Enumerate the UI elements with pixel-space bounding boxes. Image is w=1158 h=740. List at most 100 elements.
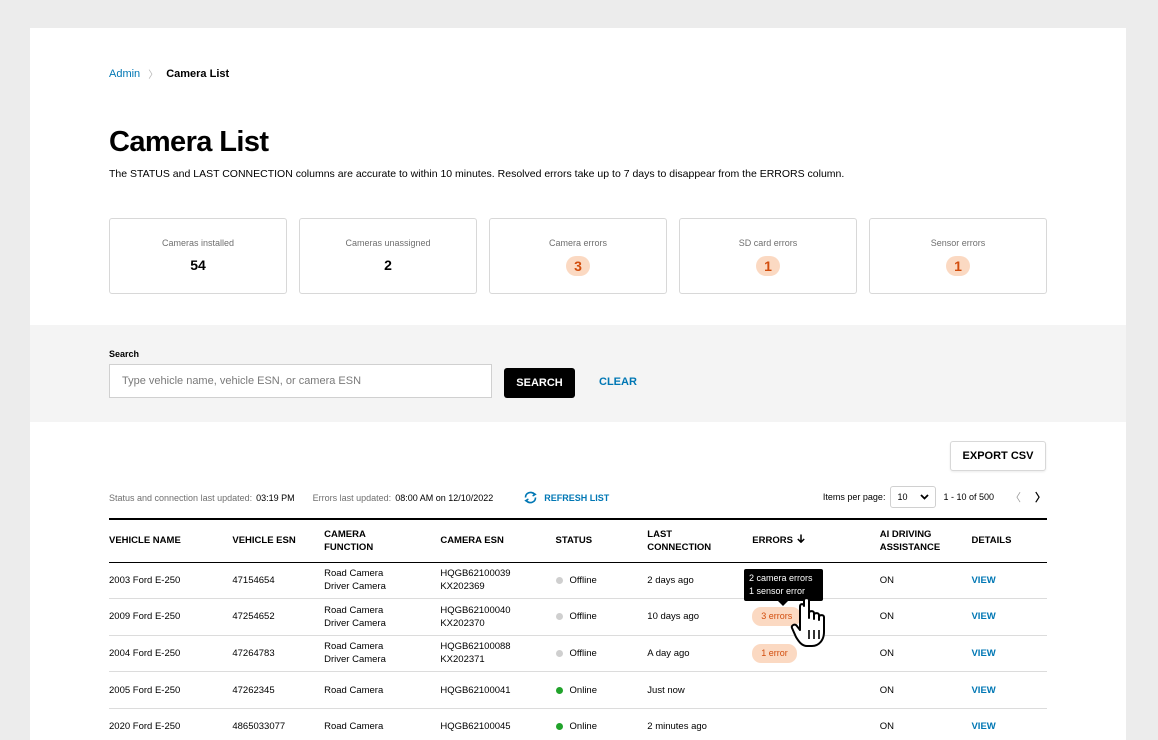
cell-vehicle-name: 2004 Ford E-250 <box>109 635 233 673</box>
search-section: Search SEARCH CLEAR <box>30 325 1126 422</box>
col-status[interactable]: STATUS <box>555 518 648 563</box>
main-card: Admin 〉 Camera List Camera List The STAT… <box>30 28 1126 740</box>
breadcrumb-admin-link[interactable]: Admin <box>109 68 140 80</box>
cell-status: Offline <box>555 635 648 673</box>
cell-line: HQGB62100088 <box>440 641 511 653</box>
breadcrumb: Admin 〉 Camera List <box>109 66 230 82</box>
clear-button[interactable]: CLEAR <box>599 376 637 388</box>
table-row: 2003 Ford E-250 47154654 Road Camera Driv… <box>109 562 1047 600</box>
cell-line: Driver Camera <box>324 581 386 593</box>
cell-last-connection: 2 days ago <box>647 562 753 600</box>
col-vehicle-esn[interactable]: VEHICLE ESN <box>232 518 325 563</box>
hand-pointer-icon <box>790 597 825 647</box>
cell-camera-function: Road Camera Driver Camera <box>324 562 441 600</box>
stat-sd-card-errors: SD card errors 1 <box>679 218 857 294</box>
cell-line: KX202370 <box>440 617 485 629</box>
cell-camera-esn: HQGB62100039 KX202369 <box>440 562 556 600</box>
cell-vehicle-name: 2009 Ford E-250 <box>109 598 233 636</box>
chevron-down-icon <box>920 494 930 500</box>
stats-row: Cameras installed 54 Cameras unassigned … <box>109 218 1047 294</box>
cell-camera-esn: HQGB62100045 <box>440 708 556 740</box>
cell-line: Road Camera <box>324 684 384 696</box>
errors-updated-label: Errors last updated: <box>312 492 392 503</box>
status-text: Offline <box>569 647 597 659</box>
refresh-list-button[interactable]: REFRESH LIST <box>523 491 609 504</box>
cell-line: Road Camera <box>324 604 384 616</box>
search-label: Search <box>109 349 140 359</box>
view-link[interactable]: VIEW <box>971 648 995 659</box>
cell-line: KX202371 <box>440 654 485 666</box>
header-line: LAST <box>647 528 673 540</box>
cell-camera-function: Road Camera Driver Camera <box>324 598 441 636</box>
cell-ai: ON <box>879 671 972 709</box>
stat-label: Camera errors <box>548 238 607 248</box>
search-button[interactable]: SEARCH <box>504 368 575 398</box>
cell-camera-function: Road Camera <box>324 671 441 709</box>
col-details: DETAILS <box>971 518 1047 563</box>
status-text: Online <box>569 684 597 696</box>
stat-error-badge: 3 <box>566 256 590 276</box>
status-dot-icon <box>555 723 563 731</box>
col-errors[interactable]: ERRORS <box>752 518 880 563</box>
stat-label: Cameras unassigned <box>345 238 431 248</box>
page-title: Camera List <box>109 126 269 158</box>
camera-table: VEHICLE NAME VEHICLE ESN CAMERA FUNCTION … <box>109 518 1047 740</box>
cell-line: Road Camera <box>324 721 384 733</box>
table-row: 2009 Ford E-250 47254652 Road Camera Driv… <box>109 598 1047 636</box>
col-ai-driving-assistance[interactable]: AI DRIVING ASSISTANCE <box>879 518 972 563</box>
cell-details: VIEW <box>971 708 1047 740</box>
next-page-button[interactable]: 〉 <box>1035 489 1046 505</box>
cell-details: VIEW <box>971 671 1047 709</box>
cell-vehicle-esn: 47264783 <box>232 635 325 673</box>
stat-value: 54 <box>190 257 206 273</box>
header-line: AI DRIVING <box>879 528 932 540</box>
prev-page-button[interactable]: 〈 <box>1010 489 1021 505</box>
view-link[interactable]: VIEW <box>971 611 995 622</box>
cell-last-connection: Just now <box>647 671 753 709</box>
col-camera-function[interactable]: CAMERA FUNCTION <box>324 518 441 563</box>
col-vehicle-name[interactable]: VEHICLE NAME <box>109 518 233 563</box>
cell-ai: ON <box>879 562 972 600</box>
view-link[interactable]: VIEW <box>971 575 995 586</box>
col-camera-esn[interactable]: CAMERA ESN <box>440 518 556 563</box>
export-csv-button[interactable]: EXPORT CSV <box>950 441 1046 471</box>
cell-vehicle-esn: 47262345 <box>232 671 325 709</box>
items-per-page-select[interactable]: 10 <box>890 486 937 508</box>
cell-camera-function: Road Camera Driver Camera <box>324 635 441 673</box>
cell-camera-function: Road Camera <box>324 708 441 740</box>
cell-status: Online <box>555 671 648 709</box>
cell-camera-esn: HQGB62100040 KX202370 <box>440 598 556 636</box>
col-last-connection[interactable]: LAST CONNECTION <box>647 518 753 563</box>
cell-status: Online <box>555 708 648 740</box>
cell-last-connection: A day ago <box>647 635 753 673</box>
cell-vehicle-esn: 47154654 <box>232 562 325 600</box>
table-row: 2004 Ford E-250 47264783 Road Camera Driv… <box>109 635 1047 673</box>
search-input[interactable] <box>109 364 492 398</box>
status-dot-icon <box>555 576 563 584</box>
cell-status: Offline <box>555 598 648 636</box>
cell-camera-esn: HQGB62100088 KX202371 <box>440 635 556 673</box>
header-line: ERRORS <box>752 535 793 547</box>
refresh-list-label: REFRESH LIST <box>544 492 610 503</box>
view-link[interactable]: VIEW <box>971 685 995 696</box>
items-per-page-label: Items per page: <box>822 492 886 502</box>
header-line: CONNECTION <box>647 541 712 553</box>
view-link[interactable]: VIEW <box>971 721 995 732</box>
cell-errors <box>752 708 880 740</box>
cell-line: HQGB62100039 <box>440 568 511 580</box>
stat-label: SD card errors <box>738 238 798 248</box>
status-dot-icon <box>555 649 563 657</box>
cell-vehicle-name: 2020 Ford E-250 <box>109 708 233 740</box>
cell-status: Offline <box>555 562 648 600</box>
cell-details: VIEW <box>971 635 1047 673</box>
cell-errors <box>752 671 880 709</box>
cell-vehicle-name: 2003 Ford E-250 <box>109 562 233 600</box>
breadcrumb-separator: 〉 <box>148 70 159 81</box>
status-updated-label: Status and connection last updated: <box>109 492 253 503</box>
cell-details: VIEW <box>971 598 1047 636</box>
header-line: FUNCTION <box>324 541 374 553</box>
breadcrumb-current: Camera List <box>166 67 230 80</box>
stat-label: Sensor errors <box>930 238 986 248</box>
stat-label: Cameras installed <box>161 238 235 248</box>
cell-line: Road Camera <box>324 641 384 653</box>
